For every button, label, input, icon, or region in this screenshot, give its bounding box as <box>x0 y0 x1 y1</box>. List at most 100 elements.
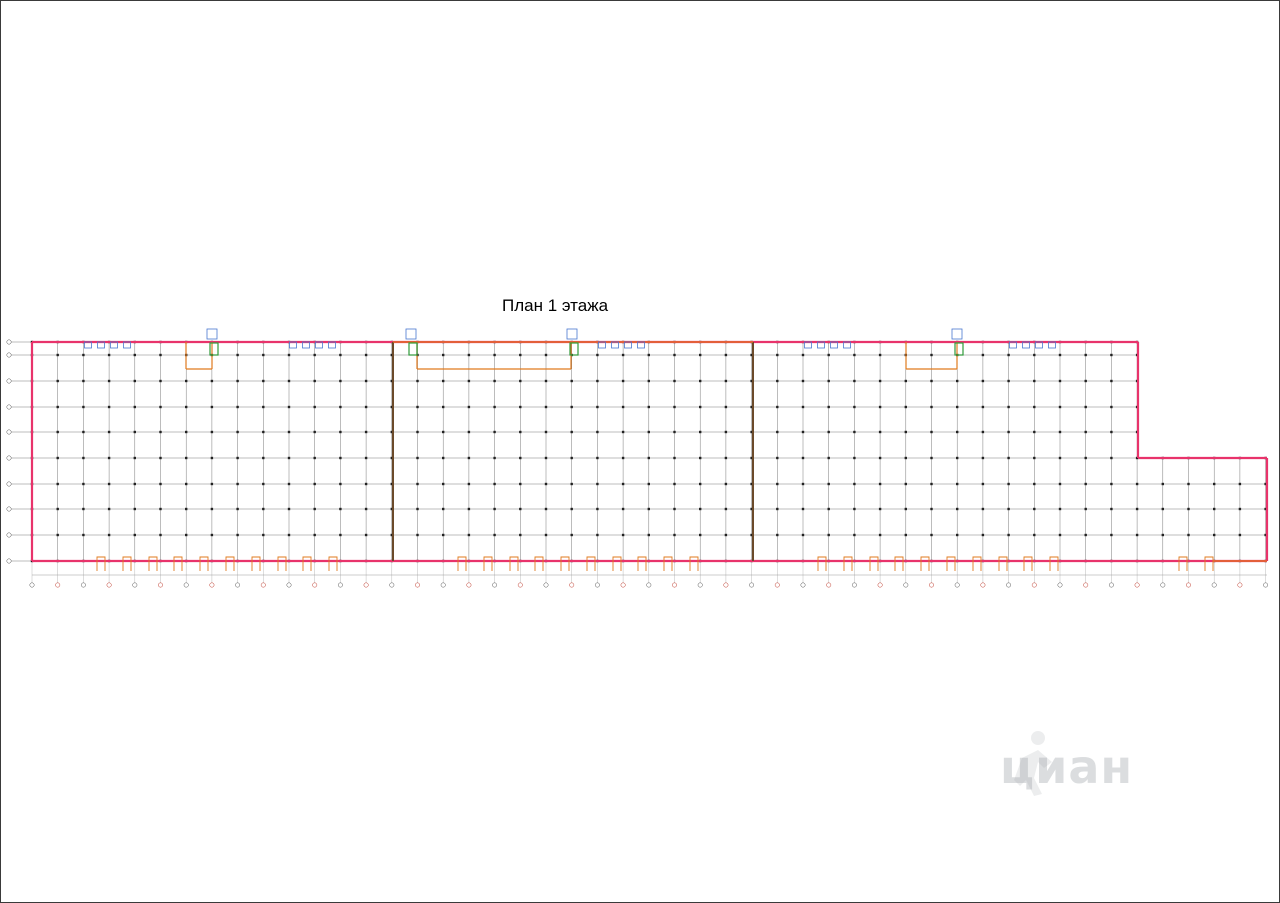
column <box>1110 379 1113 383</box>
column <box>596 482 599 486</box>
column <box>776 379 779 383</box>
column <box>467 353 471 357</box>
column <box>82 405 85 409</box>
axis-bubble-column <box>543 582 549 588</box>
column <box>159 456 162 460</box>
column <box>724 379 728 383</box>
column <box>956 482 959 486</box>
column <box>544 456 548 460</box>
column <box>724 507 728 511</box>
column <box>133 379 136 383</box>
column <box>364 507 368 511</box>
column <box>801 353 805 357</box>
column <box>1033 533 1036 537</box>
axis-bubble-row <box>6 339 12 345</box>
stair-detail <box>405 328 417 340</box>
column <box>442 456 445 460</box>
column <box>236 430 239 434</box>
stair-core <box>408 342 418 356</box>
column <box>621 430 625 434</box>
axis-bubble-column <box>929 582 934 588</box>
column <box>570 379 573 383</box>
column <box>878 533 882 537</box>
column <box>1058 482 1062 486</box>
column <box>1110 430 1113 434</box>
axis-bubble-column <box>954 582 960 588</box>
dock-gate <box>534 556 544 571</box>
column <box>981 379 985 383</box>
dock-gate <box>509 556 519 571</box>
stair-core <box>209 342 219 356</box>
column <box>878 353 882 357</box>
column <box>596 405 599 409</box>
column <box>699 405 702 409</box>
column <box>1135 533 1139 537</box>
column <box>930 533 933 537</box>
column <box>519 379 522 383</box>
column <box>878 405 882 409</box>
column <box>1110 353 1113 357</box>
column <box>981 353 985 357</box>
axis-bubble-column <box>826 582 832 588</box>
column <box>724 405 728 409</box>
axis-bubble-column <box>415 582 420 588</box>
column <box>493 353 496 357</box>
column <box>776 353 779 357</box>
column <box>262 456 265 460</box>
column <box>981 482 985 486</box>
column <box>776 507 779 511</box>
axis-bubble-column <box>774 582 780 588</box>
column <box>1084 507 1087 511</box>
column <box>364 405 368 409</box>
axis-bubble-column <box>1006 582 1012 588</box>
column <box>956 456 959 460</box>
column <box>699 353 702 357</box>
column <box>493 533 496 537</box>
axis-bubble-column <box>492 582 498 588</box>
column <box>621 379 625 383</box>
column <box>1033 379 1036 383</box>
column <box>904 482 907 486</box>
dock-gate <box>1049 556 1059 571</box>
column <box>339 533 342 537</box>
column <box>544 482 548 486</box>
column <box>853 405 856 409</box>
column <box>107 379 111 383</box>
column <box>519 405 522 409</box>
watermark-text: циан <box>1000 740 1134 794</box>
column <box>827 405 830 409</box>
column <box>930 430 933 434</box>
column <box>904 507 907 511</box>
column <box>1161 482 1164 486</box>
column <box>776 430 779 434</box>
axis-bubble-column <box>1237 582 1243 588</box>
column <box>827 507 830 511</box>
column <box>673 482 676 486</box>
axis-bubble-column <box>569 582 575 588</box>
column <box>56 507 59 511</box>
column <box>699 379 702 383</box>
dock-gate <box>302 556 312 571</box>
column <box>904 405 907 409</box>
axis-bubble-row <box>6 532 12 538</box>
column <box>287 507 291 511</box>
column <box>82 379 85 383</box>
column <box>416 482 419 486</box>
column <box>853 353 856 357</box>
column <box>981 533 985 537</box>
axis-bubble-row <box>6 481 12 487</box>
axis-bubble-row <box>6 429 12 435</box>
column <box>442 379 445 383</box>
axis-bubble-column <box>337 582 343 588</box>
column <box>236 353 239 357</box>
column <box>853 456 856 460</box>
column <box>107 405 111 409</box>
column <box>1007 533 1010 537</box>
axis-bubble-column <box>980 582 986 588</box>
column <box>1084 405 1087 409</box>
axis-bubble-column <box>80 582 86 588</box>
column <box>956 507 959 511</box>
structural-grid <box>10 340 1267 585</box>
column <box>287 482 291 486</box>
dock-gate <box>1023 556 1033 571</box>
